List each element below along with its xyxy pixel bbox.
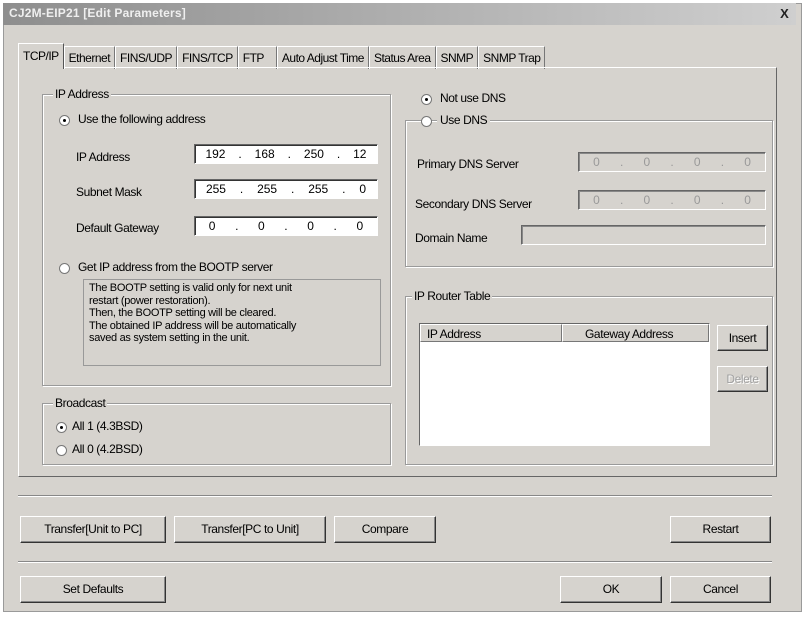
gateway-octet-1: 0 (208, 219, 216, 233)
col-gateway-address[interactable]: Gateway Address (562, 324, 709, 342)
secondary-dns-octet-3: 0 (693, 193, 701, 207)
tab-ftp[interactable]: FTP (237, 46, 277, 69)
tab-status-area[interactable]: Status Area (368, 46, 436, 69)
ip-octet-4: 12 (353, 147, 367, 161)
broadcast-all1-label[interactable]: All 1 (4.3BSD) (72, 419, 143, 433)
transfer-unit-to-pc-button[interactable]: Transfer[Unit to PC] (20, 516, 166, 543)
use-following-label[interactable]: Use the following address (78, 112, 206, 126)
subnet-mask-label: Subnet Mask (76, 185, 142, 199)
primary-dns-field[interactable]: 0. 0. 0. 0 (578, 152, 766, 172)
broadcast-all0-radio[interactable] (56, 445, 67, 456)
bootp-label[interactable]: Get IP address from the BOOTP server (78, 260, 273, 274)
restart-button[interactable]: Restart (670, 516, 771, 543)
primary-dns-octet-4: 0 (744, 155, 751, 169)
tab-snmp-trap[interactable]: SNMP Trap (478, 46, 546, 69)
ip-router-group-title: IP Router Table (412, 289, 493, 303)
secondary-dns-octet-1: 0 (593, 193, 600, 207)
subnet-mask-field[interactable]: 255. 255. 255. 0 (194, 179, 378, 199)
domain-name-label: Domain Name (415, 231, 488, 245)
not-use-dns-label[interactable]: Not use DNS (440, 91, 506, 105)
default-gateway-field[interactable]: 0. 0. 0. 0 (194, 216, 378, 236)
cancel-button[interactable]: Cancel (670, 576, 771, 603)
domain-name-field[interactable] (521, 225, 766, 245)
ip-octet-2: 168 (254, 147, 275, 161)
secondary-dns-field[interactable]: 0. 0. 0. 0 (578, 190, 766, 210)
secondary-dns-label: Secondary DNS Server (415, 197, 532, 211)
tab-fins-udp[interactable]: FINS/UDP (115, 46, 178, 69)
ip-octet-3: 250 (303, 147, 324, 161)
transfer-pc-to-unit-button[interactable]: Transfer[PC to Unit] (174, 516, 326, 543)
default-gateway-label: Default Gateway (76, 221, 159, 235)
not-use-dns-radio[interactable] (421, 94, 432, 105)
broadcast-all0-label[interactable]: All 0 (4.2BSD) (72, 442, 143, 456)
tab-tcpip[interactable]: TCP/IP (18, 43, 64, 69)
mask-octet-2: 255 (257, 182, 278, 196)
gateway-octet-2: 0 (258, 219, 265, 233)
ip-address-group-title: IP Address (53, 87, 111, 101)
secondary-dns-octet-4: 0 (744, 193, 751, 207)
broadcast-group-title: Broadcast (53, 396, 108, 410)
close-button[interactable]: X (777, 7, 792, 21)
compare-button[interactable]: Compare (334, 516, 436, 543)
ip-address-field[interactable]: 192. 168. 250. 12 (194, 144, 378, 164)
ok-button[interactable]: OK (560, 576, 662, 603)
delete-button[interactable]: Delete (717, 366, 768, 392)
tab-ethernet[interactable]: Ethernet (63, 46, 116, 69)
title-bar[interactable]: CJ2M-EIP21 [Edit Parameters] X (3, 3, 796, 25)
gateway-octet-3: 0 (307, 219, 314, 233)
tab-auto-adjust-time[interactable]: Auto Adjust Time (276, 46, 369, 69)
bootp-note-line-2: restart (power restoration). (89, 294, 211, 307)
bootp-note: The BOOTP setting is valid only for next… (83, 279, 381, 366)
gateway-octet-4: 0 (356, 219, 364, 233)
mask-octet-3: 255 (308, 182, 329, 196)
bootp-note-line-5: saved as system setting in the unit. (89, 332, 250, 344)
window-title: CJ2M-EIP21 [Edit Parameters] (9, 6, 186, 20)
secondary-dns-octet-2: 0 (643, 193, 651, 207)
bootp-note-line-3: Then, the BOOTP setting will be cleared. (89, 307, 277, 319)
ip-octet-1: 192 (205, 147, 226, 161)
use-following-radio[interactable] (59, 115, 70, 126)
primary-dns-octet-3: 0 (693, 155, 701, 169)
bootp-radio[interactable] (59, 263, 70, 274)
ip-address-label: IP Address (76, 150, 130, 164)
tab-fins-tcp[interactable]: FINS/TCP (177, 46, 238, 69)
broadcast-all1-radio[interactable] (56, 422, 67, 433)
separator-top (18, 495, 772, 497)
mask-octet-4: 0 (359, 182, 366, 196)
tab-bar: TCP/IP Ethernet FINS/UDP FINS/TCP FTP Au… (18, 43, 546, 69)
bootp-note-line-4: The obtained IP address will be automati… (89, 319, 297, 332)
use-dns-radio[interactable] (421, 116, 432, 127)
tab-snmp[interactable]: SNMP (435, 46, 479, 69)
primary-dns-label: Primary DNS Server (417, 157, 519, 171)
use-dns-label[interactable]: Use DNS (437, 113, 491, 127)
mask-octet-1: 255 (205, 182, 226, 196)
insert-button[interactable]: Insert (717, 325, 768, 351)
separator-bottom (18, 561, 772, 563)
set-defaults-button[interactable]: Set Defaults (20, 576, 166, 603)
bootp-note-line-1: The BOOTP setting is valid only for next… (89, 282, 292, 294)
ip-router-table[interactable]: IP Address Gateway Address (419, 323, 710, 446)
primary-dns-octet-2: 0 (643, 155, 651, 169)
ip-router-table-header: IP Address Gateway Address (420, 324, 709, 342)
primary-dns-octet-1: 0 (593, 155, 600, 169)
col-ip-address[interactable]: IP Address (420, 324, 562, 342)
